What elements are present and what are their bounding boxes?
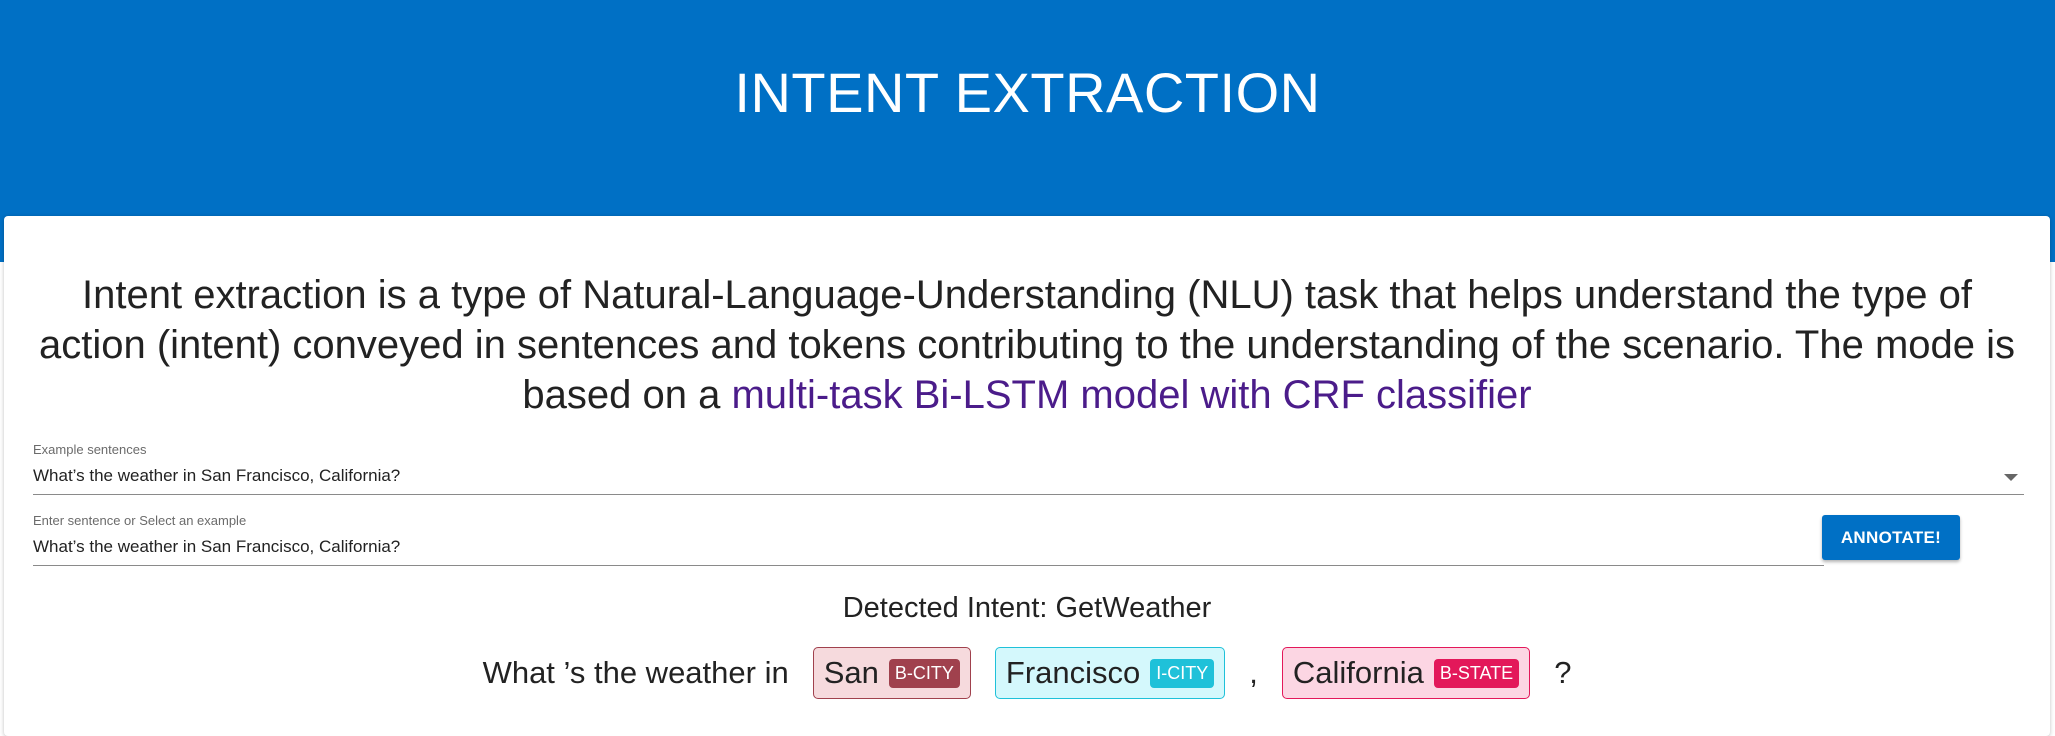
token-text: , [1249, 655, 1258, 690]
token-text: What ’s the weather in [482, 655, 789, 690]
chevron-down-icon[interactable] [2004, 474, 2018, 481]
entity-tag: B-CITY [888, 658, 960, 688]
sentence-input-label: Enter sentence or Select an example [33, 513, 247, 528]
page-title: INTENT EXTRACTION [734, 61, 1321, 124]
example-sentences-label: Example sentences [33, 442, 147, 457]
entity-text: Francisco [1005, 655, 1141, 690]
token-text: ? [1554, 655, 1572, 690]
entity-state-begin: California B-STATE [1281, 647, 1531, 699]
entity-city-begin: San B-CITY [812, 647, 971, 699]
annotated-tokens: What ’s the weather in San B-CITY Franci… [4, 647, 2050, 699]
sentence-input-value[interactable]: What’s the weather in San Francisco, Cal… [33, 537, 400, 557]
entity-tag: I-CITY [1150, 658, 1215, 688]
example-sentences-value: What’s the weather in San Francisco, Cal… [33, 466, 401, 485]
sentence-input[interactable]: Enter sentence or Select an example What… [33, 513, 1824, 566]
model-link[interactable]: multi-task Bi-LSTM model with CRF classi… [731, 373, 1531, 417]
entity-text: San [823, 655, 879, 690]
intro-paragraph: Intent extraction is a type of Natural-L… [26, 270, 2028, 420]
entity-city-inside: Francisco I-CITY [994, 647, 1226, 699]
detected-intent: Detected Intent: GetWeather [842, 592, 1212, 624]
entity-text: California [1292, 655, 1424, 690]
example-sentences-select[interactable]: Example sentences What’s the weather in … [33, 442, 2024, 495]
entity-tag: B-STATE [1433, 658, 1520, 688]
annotate-button[interactable]: ANNOTATE! [1822, 515, 1960, 560]
main-card: Intent extraction is a type of Natural-L… [4, 216, 2050, 736]
